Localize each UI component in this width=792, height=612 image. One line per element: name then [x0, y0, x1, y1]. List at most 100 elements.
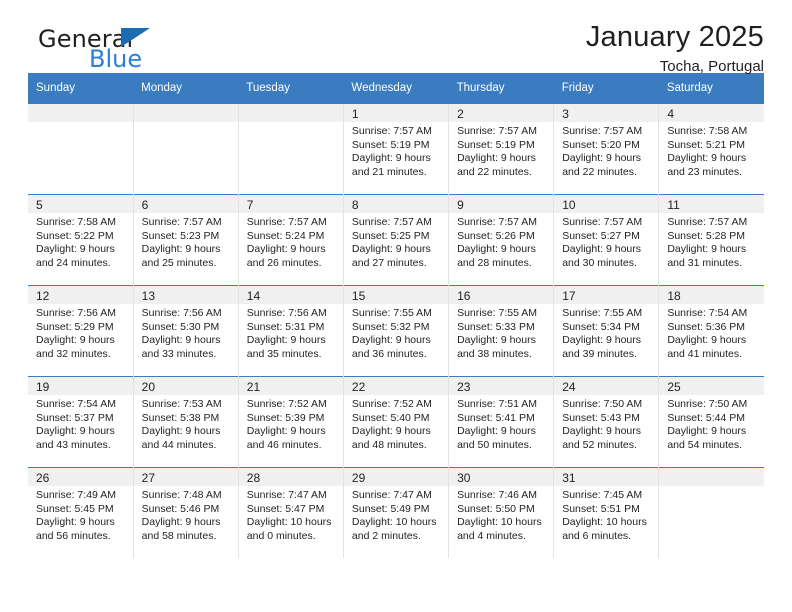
- calendar-day-cell[interactable]: 21 Sunrise: 7:52 AM Sunset: 5:39 PM Dayligh…: [238, 376, 344, 468]
- sunrise-time: Sunrise: 7:55 AM: [457, 307, 538, 319]
- calendar-week-row: 26 Sunrise: 7:49 AM Sunset: 5:45 PM Dayligh…: [28, 467, 764, 558]
- daylight-duration-line1: Daylight: 9 hours: [141, 425, 221, 438]
- calendar-day-cell[interactable]: 9 Sunrise: 7:57 AM Sunset: 5:26 PM Daylight…: [448, 194, 555, 286]
- sunset-time: Sunset: 5:43 PM: [562, 411, 640, 424]
- calendar-day-cell[interactable]: 16 Sunrise: 7:55 AM Sunset: 5:33 PM Dayligh…: [448, 285, 555, 377]
- page-title: January 2025: [585, 21, 764, 53]
- sunset-time: Sunset: 5:19 PM: [351, 138, 430, 151]
- daylight-duration-line1: Daylight: 9 hours: [562, 334, 641, 347]
- calendar-day-cell[interactable]: 11 Sunrise: 7:57 AM Sunset: 5:28 PM Dayligh…: [658, 194, 764, 286]
- brand-logo[interactable]: General Blue: [28, 26, 258, 76]
- day-detail: Sunrise: 7:58 AM Sunset: 5:21 PM Daylight:…: [659, 122, 764, 179]
- calendar-day-cell[interactable]: 29 Sunrise: 7:47 AM Sunset: 5:49 PM Dayligh…: [343, 467, 450, 558]
- day-number: 11: [659, 195, 764, 213]
- calendar-day-cell[interactable]: 23 Sunrise: 7:51 AM Sunset: 5:41 PM Dayligh…: [448, 376, 555, 468]
- calendar-day-cell[interactable]: 27 Sunrise: 7:48 AM Sunset: 5:46 PM Dayligh…: [133, 467, 239, 558]
- calendar-day-cell[interactable]: 30 Sunrise: 7:46 AM Sunset: 5:50 PM Dayligh…: [448, 467, 555, 558]
- sunrise-time: Sunrise: 7:56 AM: [141, 307, 222, 319]
- daylight-duration-line1: Daylight: 9 hours: [667, 425, 747, 438]
- day-detail: Sunrise: 7:45 AM Sunset: 5:51 PM Daylight:…: [554, 486, 658, 543]
- calendar-body: 1 Sunrise: 7:57 AM Sunset: 5:19 PM Daylight…: [28, 104, 764, 558]
- day-number: 2: [449, 104, 554, 122]
- calendar-day-cell[interactable]: 19 Sunrise: 7:54 AM Sunset: 5:37 PM Dayligh…: [28, 376, 134, 468]
- daylight-duration-line2: and 31 minutes.: [667, 256, 743, 269]
- daylight-duration-line1: Daylight: 9 hours: [667, 152, 747, 165]
- day-detail: Sunrise: 7:55 AM Sunset: 5:34 PM Daylight:…: [554, 304, 658, 361]
- daylight-duration-line1: Daylight: 9 hours: [562, 152, 641, 165]
- calendar-grid: Sunday Monday Tuesday Wednesday Thursday…: [28, 73, 764, 558]
- day-detail: Sunrise: 7:46 AM Sunset: 5:50 PM Daylight:…: [449, 486, 553, 543]
- day-number: 26: [28, 468, 133, 486]
- daylight-duration-line1: Daylight: 9 hours: [351, 152, 431, 165]
- sunrise-time: Sunrise: 7:46 AM: [457, 489, 538, 501]
- daylight-duration-line1: Daylight: 10 hours: [562, 516, 647, 529]
- daylight-duration-line2: and 41 minutes.: [667, 347, 743, 360]
- sunrise-time: Sunrise: 7:51 AM: [457, 398, 538, 410]
- calendar-day-cell[interactable]: 28 Sunrise: 7:47 AM Sunset: 5:47 PM Dayligh…: [238, 467, 344, 558]
- daylight-duration-line1: Daylight: 9 hours: [457, 334, 536, 347]
- calendar-day-cell[interactable]: 15 Sunrise: 7:55 AM Sunset: 5:32 PM Dayligh…: [343, 285, 450, 377]
- calendar-day-cell[interactable]: 4 Sunrise: 7:58 AM Sunset: 5:21 PM Daylight…: [658, 104, 764, 195]
- calendar-day-cell[interactable]: 12 Sunrise: 7:56 AM Sunset: 5:29 PM Dayligh…: [28, 285, 134, 377]
- daylight-duration-line2: and 6 minutes.: [562, 529, 632, 542]
- sunrise-time: Sunrise: 7:49 AM: [36, 489, 116, 501]
- calendar-week-row: 12 Sunrise: 7:56 AM Sunset: 5:29 PM Dayligh…: [28, 285, 764, 377]
- sunset-time: Sunset: 5:44 PM: [667, 411, 745, 424]
- daylight-duration-line1: Daylight: 9 hours: [457, 243, 536, 256]
- calendar-day-cell[interactable]: 26 Sunrise: 7:49 AM Sunset: 5:45 PM Dayligh…: [28, 467, 134, 558]
- daylight-duration-line1: Daylight: 9 hours: [351, 243, 431, 256]
- daylight-duration-line2: and 28 minutes.: [457, 256, 532, 269]
- sunset-time: Sunset: 5:46 PM: [141, 502, 220, 515]
- daylight-duration-line2: and 22 minutes.: [457, 165, 532, 178]
- day-number: 28: [238, 468, 343, 486]
- calendar-header-row: Sunday Monday Tuesday Wednesday Thursday…: [28, 73, 764, 104]
- calendar-day-cell[interactable]: 13 Sunrise: 7:56 AM Sunset: 5:30 PM Dayligh…: [133, 285, 239, 377]
- calendar-day-cell[interactable]: 6 Sunrise: 7:57 AM Sunset: 5:23 PM Daylight…: [133, 194, 239, 286]
- calendar-day-cell[interactable]: 31 Sunrise: 7:45 AM Sunset: 5:51 PM Dayligh…: [553, 467, 660, 558]
- sunset-time: Sunset: 5:50 PM: [457, 502, 535, 515]
- daylight-duration-line2: and 58 minutes.: [141, 529, 217, 542]
- calendar-day-cell[interactable]: 14 Sunrise: 7:56 AM Sunset: 5:31 PM Dayligh…: [238, 285, 344, 377]
- daylight-duration-line2: and 35 minutes.: [246, 347, 322, 360]
- calendar-day-cell-empty: [658, 467, 764, 558]
- day-detail: Sunrise: 7:55 AM Sunset: 5:33 PM Daylight:…: [449, 304, 553, 361]
- daylight-duration-line2: and 24 minutes.: [36, 256, 111, 269]
- sunset-time: Sunset: 5:30 PM: [141, 320, 220, 333]
- daylight-duration-line1: Daylight: 9 hours: [36, 425, 115, 438]
- calendar-day-cell[interactable]: 7 Sunrise: 7:57 AM Sunset: 5:24 PM Daylight…: [238, 194, 344, 286]
- day-number: [659, 468, 764, 486]
- weekday-header-thursday: Thursday: [448, 73, 554, 104]
- sunset-time: Sunset: 5:29 PM: [36, 320, 114, 333]
- sunrise-time: Sunrise: 7:54 AM: [667, 307, 748, 319]
- daylight-duration-line2: and 27 minutes.: [351, 256, 427, 269]
- calendar-day-cell[interactable]: 18 Sunrise: 7:54 AM Sunset: 5:36 PM Dayligh…: [658, 285, 764, 377]
- day-number: 31: [554, 468, 659, 486]
- sunrise-time: Sunrise: 7:53 AM: [141, 398, 222, 410]
- sunrise-time: Sunrise: 7:56 AM: [246, 307, 327, 319]
- day-number: 14: [238, 286, 343, 304]
- daylight-duration-line1: Daylight: 9 hours: [562, 425, 641, 438]
- calendar-day-cell[interactable]: 3 Sunrise: 7:57 AM Sunset: 5:20 PM Daylight…: [553, 104, 660, 195]
- calendar-day-cell[interactable]: 8 Sunrise: 7:57 AM Sunset: 5:25 PM Daylight…: [343, 194, 450, 286]
- calendar-day-cell[interactable]: 10 Sunrise: 7:57 AM Sunset: 5:27 PM Dayligh…: [553, 194, 660, 286]
- calendar-day-cell[interactable]: 22 Sunrise: 7:52 AM Sunset: 5:40 PM Dayligh…: [343, 376, 450, 468]
- day-detail: Sunrise: 7:51 AM Sunset: 5:41 PM Daylight:…: [449, 395, 553, 452]
- calendar-day-cell[interactable]: 1 Sunrise: 7:57 AM Sunset: 5:19 PM Daylight…: [343, 104, 450, 195]
- daylight-duration-line1: Daylight: 9 hours: [141, 516, 221, 529]
- weekday-header-sunday: Sunday: [28, 73, 134, 104]
- sunset-time: Sunset: 5:22 PM: [36, 229, 114, 242]
- sunset-time: Sunset: 5:39 PM: [246, 411, 325, 424]
- calendar-day-cell[interactable]: 24 Sunrise: 7:50 AM Sunset: 5:43 PM Dayligh…: [553, 376, 660, 468]
- calendar-day-cell[interactable]: 17 Sunrise: 7:55 AM Sunset: 5:34 PM Dayligh…: [553, 285, 660, 377]
- sunrise-time: Sunrise: 7:54 AM: [36, 398, 116, 410]
- calendar-day-cell[interactable]: 25 Sunrise: 7:50 AM Sunset: 5:44 PM Dayligh…: [658, 376, 764, 468]
- calendar-day-cell[interactable]: 2 Sunrise: 7:57 AM Sunset: 5:19 PM Daylight…: [448, 104, 555, 195]
- day-detail: Sunrise: 7:57 AM Sunset: 5:20 PM Daylight:…: [554, 122, 658, 179]
- sunset-time: Sunset: 5:28 PM: [667, 229, 745, 242]
- day-detail: Sunrise: 7:55 AM Sunset: 5:32 PM Daylight:…: [344, 304, 448, 361]
- sunset-time: Sunset: 5:41 PM: [457, 411, 535, 424]
- daylight-duration-line2: and 44 minutes.: [141, 438, 217, 451]
- day-detail: Sunrise: 7:57 AM Sunset: 5:24 PM Daylight:…: [239, 213, 343, 270]
- calendar-day-cell[interactable]: 20 Sunrise: 7:53 AM Sunset: 5:38 PM Dayligh…: [133, 376, 239, 468]
- calendar-day-cell[interactable]: 5 Sunrise: 7:58 AM Sunset: 5:22 PM Daylight…: [28, 194, 134, 286]
